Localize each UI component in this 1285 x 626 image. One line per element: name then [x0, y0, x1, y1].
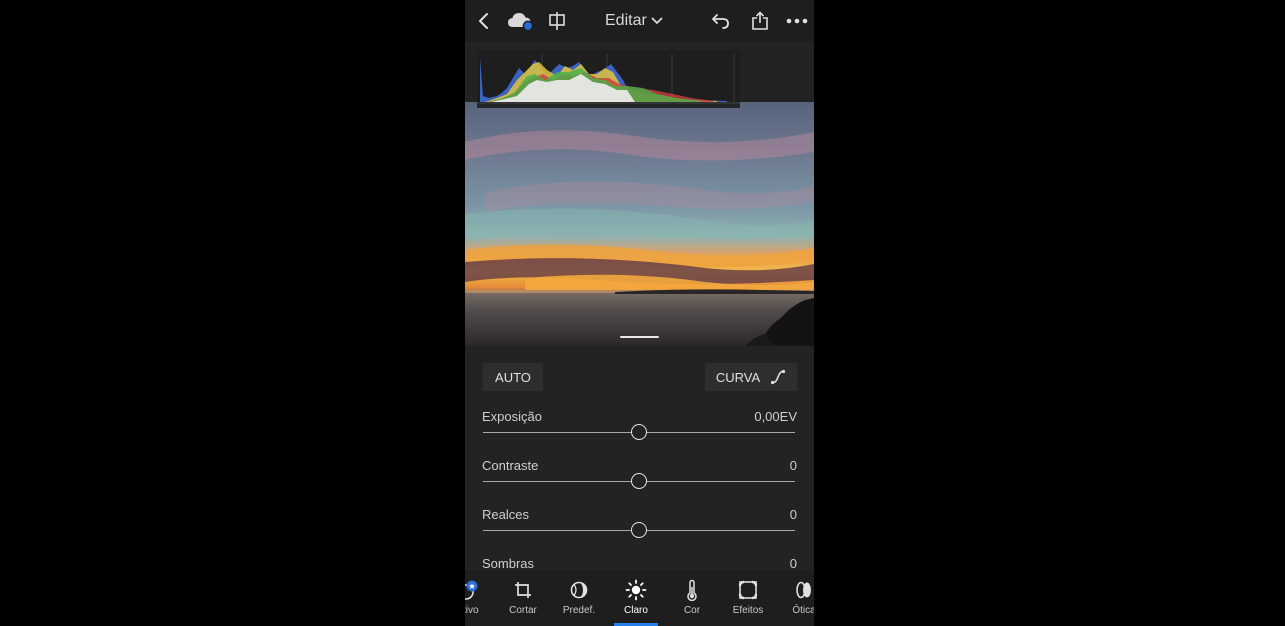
app-screen: Editar AUTO CURVA Exposição 0,00EV Contr…: [465, 0, 814, 626]
tool-label: etivo: [465, 605, 479, 616]
slider-value[interactable]: 0: [790, 507, 797, 522]
slider-exposure: Exposição 0,00EV: [482, 409, 797, 453]
top-bar: Editar: [465, 0, 814, 42]
photo-preview[interactable]: [465, 102, 814, 346]
curve-icon: [770, 369, 786, 385]
slider-label: Sombras: [482, 556, 535, 571]
slider-thumb[interactable]: [631, 473, 647, 489]
tool-label: Cortar: [509, 605, 537, 616]
tool-label: Ótica: [792, 605, 814, 616]
tool-selective[interactable]: etivo: [465, 570, 496, 626]
tool-optics[interactable]: Ótica: [776, 570, 814, 626]
mode-dropdown[interactable]: Editar: [605, 10, 663, 32]
slider-label: Realces: [482, 507, 529, 522]
back-chevron-icon[interactable]: [473, 8, 493, 34]
slider-contrast: Contraste 0: [482, 458, 797, 502]
tool-label: Cor: [683, 605, 701, 616]
effects-icon: [738, 579, 758, 601]
curve-label: CURVA: [715, 369, 761, 385]
tool-label: Claro: [624, 605, 648, 616]
optics-icon: [793, 579, 814, 601]
panel-drag-handle[interactable]: [620, 336, 659, 338]
slider-thumb[interactable]: [631, 522, 647, 538]
color-temperature-icon: [686, 579, 698, 601]
slider-thumb[interactable]: [631, 424, 647, 440]
slider-track[interactable]: [483, 522, 795, 538]
undo-icon[interactable]: [709, 8, 733, 34]
tool-light[interactable]: Claro: [608, 570, 664, 626]
slider-value[interactable]: 0,00EV: [754, 409, 797, 424]
slider-track[interactable]: [483, 473, 795, 489]
slider-value[interactable]: 0: [790, 556, 797, 571]
tool-color[interactable]: Cor: [664, 570, 720, 626]
tool-label: Predef.: [562, 605, 596, 616]
chevron-down-icon: [651, 17, 663, 25]
curve-button[interactable]: CURVA: [705, 363, 797, 391]
presets-icon: [569, 579, 589, 601]
light-adjustments-panel: AUTO CURVA Exposição 0,00EV Contraste 0: [465, 346, 814, 571]
cloud-sync-icon[interactable]: [507, 8, 535, 34]
slider-value[interactable]: 0: [790, 458, 797, 473]
slider-highlights: Realces 0: [482, 507, 797, 551]
crop-icon: [514, 579, 532, 601]
more-icon[interactable]: [785, 8, 809, 34]
tool-effects[interactable]: Efeitos: [720, 570, 776, 626]
tool-bar: etivo Cortar Predef.: [465, 570, 814, 626]
light-icon: [625, 579, 647, 601]
slider-label: Exposição: [482, 409, 542, 424]
tool-crop[interactable]: Cortar: [495, 570, 551, 626]
compare-icon[interactable]: [547, 8, 567, 34]
auto-button[interactable]: AUTO: [483, 363, 543, 391]
auto-label: AUTO: [495, 369, 531, 385]
slider-track[interactable]: [483, 424, 795, 440]
tool-presets[interactable]: Predef.: [551, 570, 607, 626]
mode-label: Editar: [605, 12, 647, 29]
slider-label: Contraste: [482, 458, 539, 473]
histogram[interactable]: [477, 50, 740, 108]
tool-label: Efeitos: [732, 605, 764, 616]
selective-icon: [465, 579, 479, 601]
share-icon[interactable]: [749, 8, 771, 34]
